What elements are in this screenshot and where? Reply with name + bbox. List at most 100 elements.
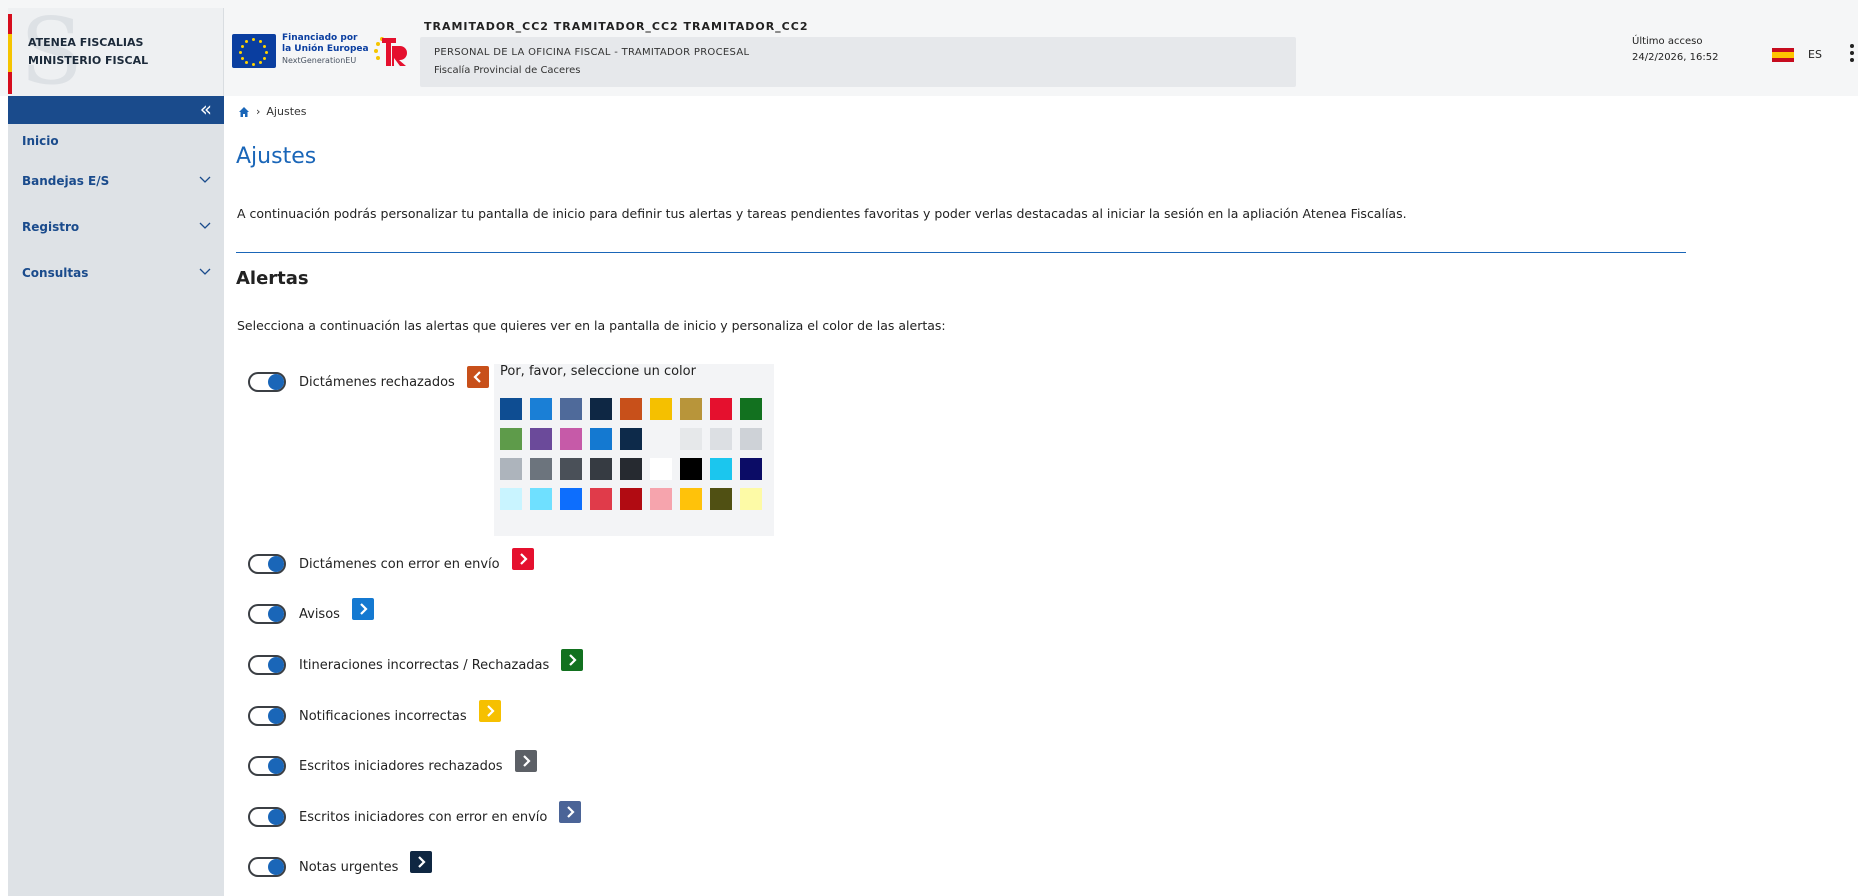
breadcrumb-current: Ajustes (266, 105, 307, 118)
color-swatch[interactable] (710, 488, 732, 510)
alert-toggle[interactable] (248, 655, 286, 675)
color-swatch[interactable] (680, 428, 702, 450)
color-swatch[interactable] (590, 458, 612, 480)
alert-row: Notas urgentes (248, 851, 433, 880)
color-swatch[interactable] (500, 458, 522, 480)
color-swatch[interactable] (620, 428, 642, 450)
spain-flag-icon[interactable] (1772, 48, 1794, 62)
color-swatch[interactable] (590, 488, 612, 510)
color-swatch[interactable] (620, 458, 642, 480)
brand-line2: MINISTERIO FISCAL (28, 54, 149, 67)
color-swatch[interactable] (680, 488, 702, 510)
sidebar-item-label: Bandejas E/S (22, 174, 110, 188)
alert-label: Itineraciones incorrectas / Rechazadas (299, 657, 550, 673)
color-swatch[interactable] (650, 428, 672, 450)
language-selector[interactable]: ES (1808, 48, 1822, 61)
color-picker-button[interactable] (466, 366, 489, 388)
alert-toggle[interactable] (248, 554, 286, 574)
color-swatch[interactable] (710, 458, 732, 480)
alert-label: Dictámenes con error en envío (299, 556, 500, 572)
alert-label: Avisos (299, 606, 340, 622)
color-swatch[interactable] (530, 458, 552, 480)
color-picker-button[interactable] (351, 598, 374, 620)
color-swatch[interactable] (500, 488, 522, 510)
color-picker-button[interactable] (410, 851, 433, 873)
alert-toggle[interactable] (248, 604, 286, 624)
sidebar-item-consultas[interactable]: Consultas (8, 256, 224, 292)
brand-text: ATENEA FISCALIAS MINISTERIO FISCAL (28, 34, 148, 70)
color-swatch[interactable] (500, 398, 522, 420)
alert-toggle[interactable] (248, 372, 286, 392)
user-name: TRAMITADOR_CC2 TRAMITADOR_CC2 TRAMITADOR… (424, 20, 809, 33)
color-swatch[interactable] (710, 428, 732, 450)
color-picker-button[interactable] (511, 548, 534, 570)
color-picker-button[interactable] (561, 649, 584, 671)
chevron-right-icon (522, 755, 531, 767)
color-swatch[interactable] (560, 458, 582, 480)
alert-toggle[interactable] (248, 756, 286, 776)
color-swatch[interactable] (590, 398, 612, 420)
chevron-down-icon (199, 268, 211, 275)
alert-toggle[interactable] (248, 807, 286, 827)
sidebar: « Inicio Bandejas E/S Registro Consultas (8, 96, 224, 896)
user-office: Fiscalía Provincial de Caceres (434, 65, 581, 76)
alert-row: Dictámenes rechazados (248, 366, 489, 395)
alert-label: Notificaciones incorrectas (299, 708, 467, 724)
brand-red-bar-bottom (8, 72, 12, 94)
sidebar-item-inicio[interactable]: Inicio (8, 124, 224, 160)
color-swatch[interactable] (680, 458, 702, 480)
color-swatch[interactable] (710, 398, 732, 420)
color-picker-button[interactable] (478, 700, 501, 722)
color-swatch[interactable] (680, 398, 702, 420)
eu-line1: Financiado por (282, 33, 358, 43)
alert-row: Dictámenes con error en envío (248, 548, 534, 577)
color-swatch[interactable] (530, 428, 552, 450)
recovery-plan-logo-icon (374, 37, 407, 66)
more-menu-icon[interactable] (1850, 44, 1856, 64)
color-swatch[interactable] (530, 488, 552, 510)
last-access-label: Último acceso (1632, 36, 1703, 47)
office-info-box: PERSONAL DE LA OFICINA FISCAL - TRAMITAD… (420, 37, 1296, 87)
color-swatch[interactable] (560, 398, 582, 420)
color-swatch[interactable] (620, 398, 642, 420)
color-swatch[interactable] (530, 398, 552, 420)
color-swatch[interactable] (740, 428, 762, 450)
color-swatch[interactable] (650, 398, 672, 420)
collapse-sidebar-icon[interactable]: « (200, 98, 212, 120)
color-swatch[interactable] (500, 428, 522, 450)
atenea-brand[interactable]: S ATENEA FISCALIAS MINISTERIO FISCAL (8, 8, 224, 96)
color-swatch[interactable] (650, 488, 672, 510)
chevron-right-icon (567, 806, 575, 818)
color-swatch[interactable] (560, 488, 582, 510)
section-divider (236, 252, 1686, 253)
color-picker-button[interactable] (559, 801, 582, 823)
alert-toggle[interactable] (248, 706, 286, 726)
breadcrumb-separator: › (256, 105, 261, 118)
breadcrumb: › Ajustes (238, 105, 307, 118)
alerts-section-desc: Selecciona a continuación las alertas qu… (237, 318, 946, 333)
sidebar-item-bandejas[interactable]: Bandejas E/S (8, 164, 224, 200)
color-swatch-grid (500, 398, 762, 510)
chevron-left-icon (473, 371, 481, 383)
eu-line2: la Unión Europea (282, 44, 369, 54)
color-swatch[interactable] (590, 428, 612, 450)
color-swatch[interactable] (740, 458, 762, 480)
alert-toggle[interactable] (248, 857, 286, 877)
page-title: Ajustes (236, 144, 317, 169)
sidebar-item-label: Consultas (22, 266, 89, 280)
alert-label: Notas urgentes (299, 859, 399, 875)
color-swatch[interactable] (740, 488, 762, 510)
alert-label: Escritos iniciadores con error en envío (299, 809, 548, 825)
sidebar-item-label: Inicio (22, 134, 59, 148)
color-swatch[interactable] (650, 458, 672, 480)
alert-row: Notificaciones incorrectas (248, 700, 501, 729)
color-picker-button[interactable] (514, 750, 537, 772)
brand-line1: ATENEA FISCALIAS (28, 36, 144, 49)
color-picker-title: Por, favor, seleccione un color (500, 364, 696, 379)
home-icon[interactable] (238, 106, 250, 118)
color-swatch[interactable] (560, 428, 582, 450)
sidebar-item-registro[interactable]: Registro (8, 210, 224, 246)
user-role: PERSONAL DE LA OFICINA FISCAL - TRAMITAD… (434, 47, 750, 58)
color-swatch[interactable] (740, 398, 762, 420)
color-swatch[interactable] (620, 488, 642, 510)
